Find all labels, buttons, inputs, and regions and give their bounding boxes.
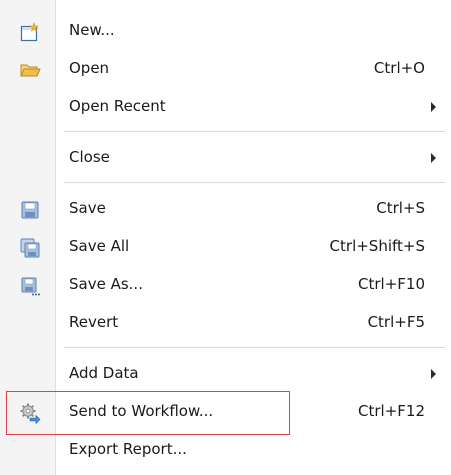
save-disk-icon	[18, 198, 42, 222]
submenu-arrow-icon	[431, 153, 436, 163]
menu-item-shortcut: Ctrl+F10	[358, 275, 425, 293]
file-menu: New... Open Ctrl+O Open Recent Close Sav…	[0, 0, 451, 475]
menu-item-revert[interactable]: Revert Ctrl+F5	[0, 305, 451, 343]
menu-item-shortcut: Ctrl+F5	[367, 313, 425, 331]
menu-item-add-data[interactable]: Add Data	[0, 356, 451, 394]
menu-item-label: Open Recent	[69, 97, 166, 115]
menu-item-open-recent[interactable]: Open Recent	[0, 89, 451, 127]
menu-item-save-as[interactable]: Save As... Ctrl+F10	[0, 267, 451, 305]
save-all-disks-icon	[18, 236, 42, 260]
menu-separator	[64, 182, 445, 183]
menu-item-send-to-workflow[interactable]: Send to Workflow... Ctrl+F12	[0, 394, 451, 432]
submenu-arrow-icon	[431, 369, 436, 379]
menu-item-close[interactable]: Close	[0, 140, 451, 178]
menu-item-shortcut: Ctrl+Shift+S	[329, 237, 425, 255]
menu-separator	[64, 131, 445, 132]
save-as-disk-icon	[18, 274, 42, 298]
menu-item-label: Save	[69, 199, 106, 217]
menu-item-label: Close	[69, 148, 110, 166]
new-file-icon	[18, 20, 42, 44]
menu-item-label: Open	[69, 59, 110, 77]
menu-item-label: Revert	[69, 313, 119, 331]
menu-item-label: Send to Workflow...	[69, 402, 214, 420]
menu-item-export-report[interactable]: Export Report...	[0, 432, 451, 470]
menu-item-label: Export Report...	[69, 440, 187, 458]
menu-item-shortcut: Ctrl+F12	[358, 402, 425, 420]
menu-item-open[interactable]: Open Ctrl+O	[0, 51, 451, 89]
menu-separator	[64, 347, 445, 348]
workflow-gears-icon	[18, 401, 42, 425]
menu-item-label: Add Data	[69, 364, 139, 382]
menu-item-label: New...	[69, 21, 115, 39]
menu-item-save-all[interactable]: Save All Ctrl+Shift+S	[0, 229, 451, 267]
menu-item-save[interactable]: Save Ctrl+S	[0, 191, 451, 229]
menu-item-label: Save All	[69, 237, 130, 255]
menu-item-shortcut: Ctrl+S	[376, 199, 425, 217]
open-folder-icon	[18, 58, 42, 82]
menu-item-new[interactable]: New...	[0, 13, 451, 51]
submenu-arrow-icon	[431, 102, 436, 112]
menu-item-label: Save As...	[69, 275, 143, 293]
menu-item-shortcut: Ctrl+O	[373, 59, 425, 77]
